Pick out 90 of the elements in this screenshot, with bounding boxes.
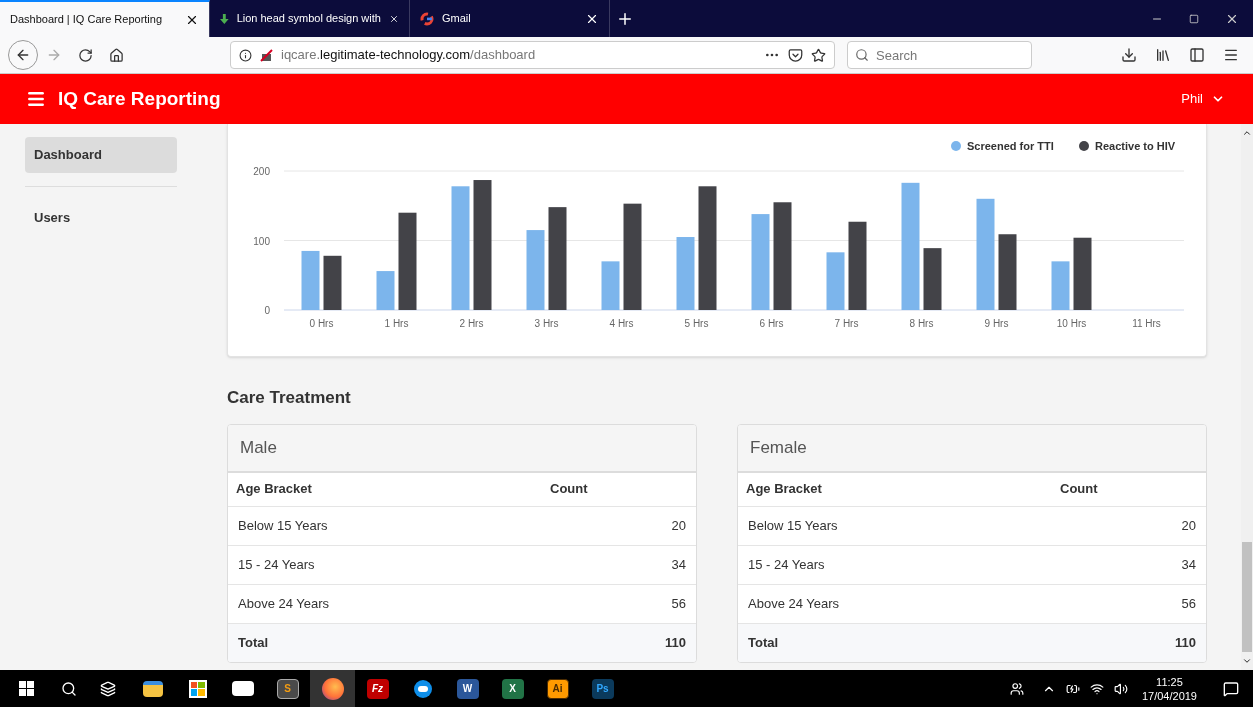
axis-label: 200 (253, 166, 270, 177)
pocket-icon[interactable] (788, 47, 803, 63)
axis-label: 9 Hrs (984, 318, 1009, 329)
library-icon[interactable] (1155, 47, 1171, 63)
total-label: Total (238, 633, 269, 652)
windows-start-icon[interactable] (18, 681, 34, 696)
card-title: Male (240, 436, 277, 459)
star-icon[interactable] (811, 47, 826, 63)
axis-label: 2 Hrs (459, 318, 484, 329)
scrollbar-thumb[interactable] (1242, 542, 1252, 652)
app-title: IQ Care Reporting (58, 86, 221, 111)
menu-icon[interactable] (1223, 47, 1239, 63)
table-cell-text: Above 24 Years (748, 594, 840, 613)
bar (923, 248, 942, 310)
folder-icon[interactable] (142, 680, 163, 697)
tab-title: Lion head symbol design with (236, 11, 381, 27)
card-title: Female (750, 436, 807, 459)
axis-label: 5 Hrs (684, 318, 709, 329)
app-icon[interactable]: Ai (546, 678, 569, 699)
axis-label: 4 Hrs (609, 318, 634, 329)
bar (601, 261, 620, 310)
table-cell-text: 56 (671, 594, 686, 613)
tab-title: Dashboard | IQ Care Reporting (10, 12, 164, 28)
column-header: Age Bracket (746, 480, 822, 499)
search-icon[interactable] (61, 680, 77, 697)
table-cell-text: 20 (1181, 516, 1196, 535)
download-icon[interactable] (1121, 47, 1137, 63)
url-text: iqcare.legitimate-technology.com/dashboard (281, 46, 537, 65)
table-cell-text: Above 24 Years (238, 594, 330, 613)
sidebar-item[interactable]: Dashboard (25, 137, 177, 173)
axis-label: 1 Hrs (384, 318, 409, 329)
table-cell-text: 56 (1181, 594, 1196, 613)
search-field[interactable]: Search (847, 41, 1032, 69)
bar (301, 250, 320, 310)
app-icon[interactable]: W (456, 678, 479, 699)
insecure-lock-icon (260, 48, 273, 62)
search-icon (855, 48, 869, 62)
scroll-down-icon[interactable] (1242, 656, 1252, 666)
wifi-icon[interactable] (1089, 681, 1104, 696)
column-header: Count (550, 480, 588, 499)
app-icon[interactable]: Ps (591, 678, 614, 699)
sidebar-icon[interactable] (1189, 47, 1205, 63)
task-view-icon[interactable] (100, 680, 116, 697)
bar (376, 271, 395, 310)
total-value: 110 (1175, 633, 1196, 652)
sidebar-item[interactable]: Users (25, 200, 177, 236)
axis-label: 7 Hrs (834, 318, 859, 329)
bar (323, 255, 342, 310)
column-header: Count (1060, 480, 1098, 499)
table-cell-text: 34 (1181, 555, 1196, 574)
section-title: Care Treatment (227, 387, 352, 409)
axis-label: 0 (264, 305, 270, 316)
info-icon (239, 48, 252, 62)
total-value: 110 (665, 633, 686, 652)
people-icon[interactable] (1009, 681, 1024, 696)
tab-title: Gmail (442, 11, 472, 27)
axis-label: 8 Hrs (909, 318, 934, 329)
bar (1051, 261, 1070, 310)
download-arrow-icon (220, 11, 229, 26)
axis-label: 11 Hrs (1132, 318, 1161, 329)
table-cell-text: 20 (671, 516, 686, 535)
reload-icon[interactable] (78, 47, 93, 63)
table-cell-text: Below 15 Years (748, 516, 838, 535)
table-cell-text: Below 15 Years (238, 516, 328, 535)
app-icon[interactable]: S (276, 678, 299, 699)
axis-label: 3 Hrs (534, 318, 559, 329)
address-bar[interactable]: iqcare.legitimate-technology.com/dashboard (230, 41, 835, 69)
user-menu[interactable]: Phil (1181, 89, 1225, 109)
axis-label: 6 Hrs (759, 318, 784, 329)
app-icon[interactable]: X (501, 678, 524, 699)
browser-tab[interactable]: Dashboard | IQ Care Reporting (0, 0, 210, 37)
axis-label: 100 (253, 235, 270, 247)
bar (826, 252, 845, 310)
home-icon[interactable] (109, 47, 124, 63)
column-header: Age Bracket (236, 480, 312, 499)
legend-label: Screened for TTI (967, 140, 1054, 152)
table-cell-text: 15 - 24 Years (748, 555, 825, 574)
axis-label: 10 Hrs (1056, 318, 1087, 329)
table-cell-text: 34 (671, 555, 686, 574)
speaker-icon[interactable] (1113, 681, 1128, 696)
clock-time: 11:25 (1156, 674, 1183, 689)
scroll-up-icon[interactable] (1242, 128, 1252, 138)
axis-label: 0 Hrs (309, 318, 334, 329)
notification-icon[interactable] (1223, 680, 1239, 697)
restore-icon[interactable] (1189, 13, 1199, 24)
legend-label: Reactive to HIV (1095, 140, 1176, 152)
total-label: Total (748, 633, 779, 652)
app-icon[interactable]: Fz (366, 678, 389, 699)
table-cell-text: 15 - 24 Years (238, 555, 315, 574)
clock-date: 17/04/2019 (1141, 688, 1197, 703)
